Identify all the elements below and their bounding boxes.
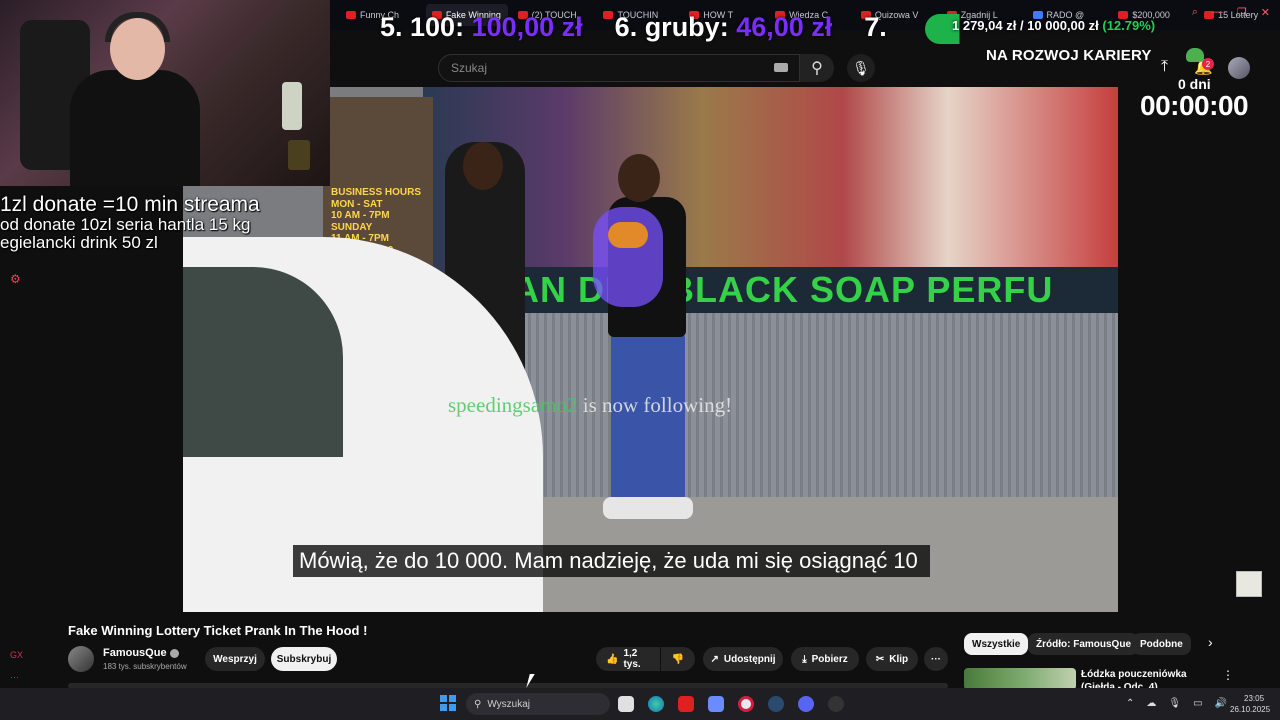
video-title: Fake Winning Lottery Ticket Prank In The… bbox=[68, 623, 368, 638]
discord-icon[interactable] bbox=[798, 696, 814, 712]
taskbar-search-input[interactable]: ⚲ Wyszukaj bbox=[466, 693, 610, 715]
donation-ranking: 5. 100: 100,00 zł 6. gruby: 46,00 zł 7. bbox=[380, 12, 887, 43]
youtube-app-icon[interactable] bbox=[678, 696, 694, 712]
person-left-head bbox=[463, 142, 503, 190]
edge-icon[interactable] bbox=[648, 696, 664, 712]
voice-search-button[interactable]: 🎙 bbox=[847, 54, 875, 82]
bottle bbox=[282, 82, 302, 130]
chip-source-channel[interactable]: Źródło: FamousQue bbox=[1028, 633, 1139, 655]
youtube-icon bbox=[346, 11, 356, 19]
minimize-icon[interactable]: — bbox=[1212, 6, 1223, 19]
file-explorer-icon[interactable] bbox=[618, 696, 634, 712]
person-right-head bbox=[618, 154, 660, 202]
obs-icon[interactable] bbox=[828, 696, 844, 712]
system-tray: ⌃ ☁ 🎙 ▭ 🔊 bbox=[1126, 698, 1227, 709]
window-controls: ⌕ — ❐ ✕ bbox=[1192, 6, 1270, 19]
related-video-title[interactable]: Łódzka pouczeniówka (Giełda - Odc. 4) bbox=[1081, 668, 1213, 688]
gx-settings-icon[interactable]: ⚙ bbox=[10, 272, 21, 286]
rank-5-label: 5. 100: bbox=[380, 12, 465, 42]
volume-icon[interactable]: 🔊 bbox=[1215, 698, 1227, 709]
thumbs-up-icon: 👍 bbox=[606, 653, 619, 665]
search-tabs-icon[interactable]: ⌕ bbox=[1192, 6, 1198, 19]
goal-progress-text: 1 279,04 zł / 10 000,00 zł (12.79%) bbox=[952, 18, 1156, 33]
sneakers bbox=[603, 497, 693, 519]
astronaut-visor bbox=[608, 222, 648, 248]
cloud-icon[interactable]: ☁ bbox=[1146, 698, 1156, 709]
follower-name: speedingsamo2 bbox=[448, 393, 578, 417]
rank-7-label: 7. bbox=[864, 12, 887, 42]
donate-rule-3: egielancki drink 50 zl bbox=[0, 232, 158, 252]
pepe-emote-icon bbox=[1186, 48, 1204, 62]
kebab-menu-icon[interactable]: ⋮ bbox=[1222, 668, 1234, 682]
clock-date[interactable]: 26.10.2025 bbox=[1230, 705, 1270, 714]
channel-name[interactable]: FamousQue bbox=[103, 647, 179, 659]
upload-icon[interactable]: ⤒ bbox=[1161, 58, 1168, 76]
donate-rule-1: 1zl donate =10 min streama bbox=[0, 193, 260, 216]
headset bbox=[105, 12, 170, 42]
share-button[interactable]: ↗ Udostępnij bbox=[703, 647, 783, 671]
more-icon[interactable]: ··· bbox=[10, 672, 19, 682]
glass bbox=[288, 140, 310, 170]
follow-message: is now following! bbox=[577, 393, 733, 417]
subscriber-count: 183 tys. subskrybentów bbox=[103, 662, 187, 671]
search-icon: ⚲ bbox=[474, 698, 482, 710]
streamer-webcam bbox=[0, 0, 330, 186]
share-icon: ↗ bbox=[710, 653, 719, 665]
miniplayer-thumbnail[interactable] bbox=[1236, 571, 1262, 597]
support-button[interactable]: Wesprzyj bbox=[205, 647, 265, 671]
channel-avatar[interactable] bbox=[68, 646, 94, 672]
notification-badge: 2 bbox=[1202, 58, 1214, 70]
clip-button[interactable]: ✂ Klip bbox=[866, 647, 918, 671]
microphone-icon[interactable]: 🎙 bbox=[1168, 698, 1181, 709]
gx-logo-icon[interactable]: GX bbox=[10, 650, 23, 660]
stream-timer: 00:00:00 bbox=[1140, 90, 1249, 121]
account-avatar[interactable] bbox=[1228, 57, 1250, 79]
rank-6-label: 6. gruby: bbox=[614, 12, 729, 42]
maximize-icon[interactable]: ❐ bbox=[1237, 6, 1247, 19]
close-icon[interactable]: ✕ bbox=[1261, 6, 1270, 19]
more-actions-button[interactable]: ··· bbox=[924, 647, 948, 671]
rank-6-value: 46,00 zł bbox=[736, 12, 833, 42]
chevron-up-icon[interactable]: ⌃ bbox=[1126, 698, 1134, 709]
goal-target: 10 000,00 zł bbox=[1027, 18, 1099, 33]
thumbs-down-icon: 👎 bbox=[671, 653, 685, 665]
subscribe-button[interactable]: Subskrybuj bbox=[271, 647, 337, 671]
windows-start-icon[interactable] bbox=[440, 695, 456, 711]
download-button[interactable]: ⤓ Pobierz bbox=[791, 647, 859, 671]
van-window bbox=[183, 267, 343, 457]
goal-current: 1 279,04 zł bbox=[952, 18, 1017, 33]
video-subtitle: Mówią, że do 10 000. Mam nadzieję, że ud… bbox=[293, 545, 930, 577]
download-icon: ⤓ bbox=[802, 653, 807, 665]
search-icon: ⚲ bbox=[811, 60, 823, 77]
goal-title: NA ROZWOJ KARIERY bbox=[986, 47, 1152, 64]
follow-alert: speedingsamo2 is now following! bbox=[448, 393, 732, 418]
chevron-right-icon[interactable]: › bbox=[1208, 634, 1213, 650]
opera-gx-icon[interactable] bbox=[738, 696, 754, 712]
chip-all[interactable]: Wszystkie bbox=[964, 633, 1029, 655]
rank-5-value: 100,00 zł bbox=[471, 12, 583, 42]
verified-badge-icon bbox=[169, 648, 179, 658]
scissors-icon: ✂ bbox=[875, 653, 885, 665]
donate-rule-2: od donate 10zl seria hantla 15 kg bbox=[0, 215, 251, 235]
search-input[interactable]: Szukaj bbox=[438, 54, 800, 82]
chip-similar[interactable]: Podobne bbox=[1132, 633, 1191, 655]
microphone-icon: 🎙 bbox=[852, 59, 870, 76]
dislike-button[interactable]: 👎 bbox=[661, 647, 695, 671]
donate-info: 1zl donate =10 min streama od donate 10z… bbox=[0, 193, 300, 252]
like-button[interactable]: 👍 1,2 tys. bbox=[596, 647, 660, 671]
snipping-tool-icon[interactable] bbox=[708, 696, 724, 712]
steam-icon[interactable] bbox=[768, 696, 784, 712]
display-icon[interactable]: ▭ bbox=[1193, 698, 1202, 709]
goal-percent: (12.79%) bbox=[1102, 18, 1156, 33]
clock-time[interactable]: 23:05 bbox=[1244, 694, 1264, 703]
keyboard-icon[interactable] bbox=[774, 63, 788, 72]
search-button[interactable]: ⚲ bbox=[800, 54, 834, 82]
streamer-body bbox=[70, 70, 200, 186]
windows-taskbar bbox=[0, 688, 1280, 720]
related-video-thumbnail[interactable] bbox=[964, 668, 1076, 690]
